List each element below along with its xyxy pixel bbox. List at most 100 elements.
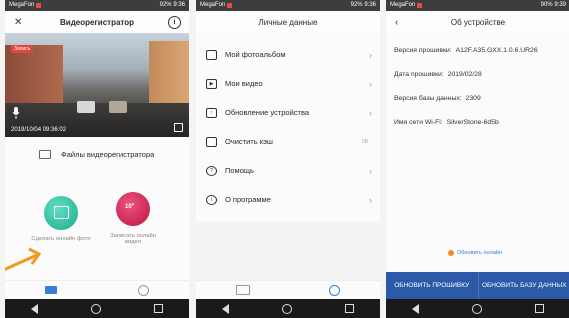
update-database-button[interactable]: ОБНОВИТЬ БАЗУ ДАННЫХ [477,272,569,299]
clock: 9:39 [554,2,566,8]
help-icon: ? [206,165,217,176]
info-value: 2309 [465,94,481,102]
page-title: Личные данные [258,17,318,27]
info-value: A12F.A35.GXX.1.0.6.UR26 [455,46,538,54]
info-key: Версия базы данных: [394,94,462,102]
chevron-right-icon: › [369,194,372,205]
update-online-link[interactable]: Обновить онлайн [448,250,502,256]
battery-level: 92% [159,2,172,8]
menu-list: Мой фотоальбом › ▶ Мои видео › ↑ Обновление … [196,40,380,214]
recents-icon[interactable] [534,304,544,313]
home-icon[interactable] [281,303,292,314]
take-photo-button[interactable] [44,196,78,230]
info-value: 2019/02/28 [447,70,482,78]
phone-screen-dvr: MegaFon 92% 9:36 ✕ Видеорегистратор i За… [5,0,189,318]
record-video-button[interactable]: 10" [116,192,150,226]
menu-item-label: Мои видео [225,79,263,88]
home-icon[interactable] [90,303,101,314]
menu-item-label: Очистить кэш [225,137,273,146]
empty-area [196,222,380,281]
cache-size: 0B [361,138,368,145]
menu-item-photo-album[interactable]: Мой фотоальбом › [196,40,380,69]
record-tag: Запись [11,45,34,53]
carrier-label: MegaFon [200,2,226,8]
app-header: ‹ Об устройстве [386,11,569,33]
take-photo-label: Сделать онлайн фото [31,236,91,242]
live-video-preview[interactable]: Запись 2019/10/04 09:36:02 [5,33,189,137]
chevron-right-icon: › [369,165,372,176]
chevron-right-icon: › [369,78,372,89]
page-title: Видеорегистратор [60,17,134,27]
system-nav-bar [5,299,189,318]
chevron-right-icon: › [369,49,372,60]
tab-bar [196,280,380,299]
back-icon[interactable] [412,303,420,314]
menu-item-label: Мой фотоальбом [225,50,286,59]
building-left [5,45,63,105]
carrier-icon [36,3,42,8]
battery-level: 90% [540,2,553,8]
home-icon[interactable] [471,303,482,314]
info-key: Имя сети Wi-Fi: [394,118,443,126]
tab-profile-icon[interactable] [137,284,149,296]
record-video-label: Записать онлайн видео [110,233,156,245]
info-row-firmware: Версия прошивки: A12F.A35.GXX.1.0.6.UR26 [394,38,566,62]
pointer-arrow-icon [5,247,42,271]
battery-level: 92% [350,2,363,8]
phone-icon [448,250,454,256]
back-arrow-icon[interactable]: ‹ [395,17,398,28]
menu-item-my-videos[interactable]: ▶ Мои видео › [196,69,380,98]
clock: 9:36 [173,2,185,8]
status-bar: MegaFon 90% 9:39 [386,0,569,11]
dvr-files-link[interactable]: Файлы видеорегистратора [5,144,189,164]
car [109,101,127,113]
info-key: Версия прошивки: [394,46,452,54]
files-label: Файлы видеорегистратора [61,149,155,159]
fullscreen-icon[interactable] [174,123,183,132]
menu-item-label: Обновление устройства [225,108,310,117]
photo-icon [206,49,217,60]
menu-item-device-update[interactable]: ↑ Обновление устройства › [196,98,380,127]
carrier-icon [227,3,233,8]
update-firmware-button[interactable]: ОБНОВИТЬ ПРОШИВКУ [386,272,478,299]
recents-icon[interactable] [153,304,163,313]
app-header: ✕ Видеорегистратор i [5,11,189,33]
info-value: SilverStone-6d5b [446,118,499,126]
clock: 9:36 [364,2,376,8]
phone-screen-about-device: MegaFon 90% 9:39 ‹ Об устройстве Версия … [386,0,569,318]
back-icon[interactable] [222,303,230,314]
folder-icon [39,149,51,159]
tab-camera-icon[interactable] [45,286,58,294]
update-online-label: Обновить онлайн [457,250,502,256]
video-icon: ▶ [206,78,217,89]
status-bar: MegaFon 92% 9:36 [5,0,189,11]
carrier-icon [417,3,423,8]
camera-icon [54,206,69,219]
menu-item-help[interactable]: ? Помощь › [196,156,380,185]
tab-profile-icon[interactable] [329,284,341,296]
menu-item-label: Помощь [225,166,254,175]
menu-item-label: О программе [225,195,271,204]
menu-item-clear-cache[interactable]: Очистить кэш 0B [196,127,380,156]
info-icon[interactable]: i [168,15,181,29]
tab-bar [5,280,189,299]
upload-icon: ↑ [206,107,217,118]
tab-camera-icon[interactable] [235,285,250,295]
chevron-right-icon: › [369,107,372,118]
system-nav-bar [386,299,569,318]
back-icon[interactable] [31,303,39,314]
video-timer-label: 10" [125,204,135,210]
carrier-label: MegaFon [9,2,35,8]
info-row-database: Версия базы данных: 2309 [394,86,566,110]
app-header: Личные данные [196,11,380,33]
microphone-icon[interactable] [12,107,20,119]
device-info: Версия прошивки: A12F.A35.GXX.1.0.6.UR26 … [394,38,566,134]
info-icon: i [206,194,217,205]
carrier-label: MegaFon [390,2,416,8]
system-nav-bar [196,299,380,318]
menu-item-about[interactable]: i О программе › [196,185,380,214]
close-icon[interactable]: ✕ [14,17,22,28]
recents-icon[interactable] [344,304,354,313]
update-buttons: ОБНОВИТЬ ПРОШИВКУ ОБНОВИТЬ БАЗУ ДАННЫХ [386,272,569,299]
video-timestamp: 2019/10/04 09:36:02 [11,127,67,133]
